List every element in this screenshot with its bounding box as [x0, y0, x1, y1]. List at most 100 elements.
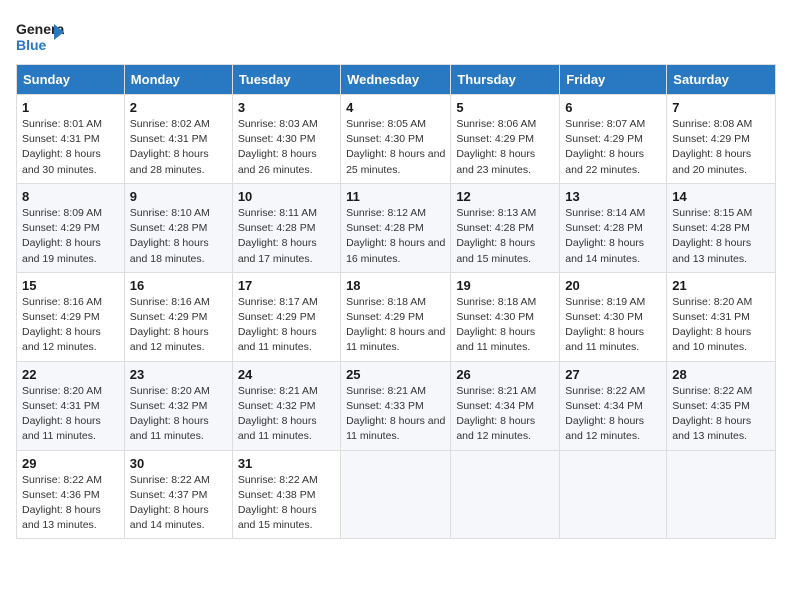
calendar-day-cell	[560, 450, 667, 539]
calendar-day-cell: 8 Sunrise: 8:09 AM Sunset: 4:29 PM Dayli…	[17, 183, 125, 272]
calendar-day-cell: 17 Sunrise: 8:17 AM Sunset: 4:29 PM Dayl…	[232, 272, 340, 361]
day-detail: Sunrise: 8:20 AM Sunset: 4:31 PM Dayligh…	[22, 384, 119, 445]
calendar-day-cell: 23 Sunrise: 8:20 AM Sunset: 4:32 PM Dayl…	[124, 361, 232, 450]
calendar-day-cell: 1 Sunrise: 8:01 AM Sunset: 4:31 PM Dayli…	[17, 95, 125, 184]
day-number: 9	[130, 189, 227, 204]
day-detail: Sunrise: 8:13 AM Sunset: 4:28 PM Dayligh…	[456, 206, 554, 267]
day-number: 15	[22, 278, 119, 293]
calendar-day-cell: 11 Sunrise: 8:12 AM Sunset: 4:28 PM Dayl…	[341, 183, 451, 272]
calendar-day-cell: 9 Sunrise: 8:10 AM Sunset: 4:28 PM Dayli…	[124, 183, 232, 272]
calendar-day-cell: 10 Sunrise: 8:11 AM Sunset: 4:28 PM Dayl…	[232, 183, 340, 272]
day-detail: Sunrise: 8:09 AM Sunset: 4:29 PM Dayligh…	[22, 206, 119, 267]
svg-text:Blue: Blue	[16, 37, 47, 53]
calendar-day-cell: 25 Sunrise: 8:21 AM Sunset: 4:33 PM Dayl…	[341, 361, 451, 450]
day-detail: Sunrise: 8:20 AM Sunset: 4:32 PM Dayligh…	[130, 384, 227, 445]
calendar-day-cell	[341, 450, 451, 539]
day-number: 19	[456, 278, 554, 293]
day-detail: Sunrise: 8:02 AM Sunset: 4:31 PM Dayligh…	[130, 117, 227, 178]
day-number: 13	[565, 189, 661, 204]
day-detail: Sunrise: 8:11 AM Sunset: 4:28 PM Dayligh…	[238, 206, 335, 267]
weekday-header: Wednesday	[341, 65, 451, 95]
day-number: 4	[346, 100, 445, 115]
day-detail: Sunrise: 8:21 AM Sunset: 4:32 PM Dayligh…	[238, 384, 335, 445]
day-number: 8	[22, 189, 119, 204]
calendar-week-row: 8 Sunrise: 8:09 AM Sunset: 4:29 PM Dayli…	[17, 183, 776, 272]
calendar-day-cell: 31 Sunrise: 8:22 AM Sunset: 4:38 PM Dayl…	[232, 450, 340, 539]
day-detail: Sunrise: 8:22 AM Sunset: 4:38 PM Dayligh…	[238, 473, 335, 534]
calendar-day-cell: 13 Sunrise: 8:14 AM Sunset: 4:28 PM Dayl…	[560, 183, 667, 272]
calendar-week-row: 22 Sunrise: 8:20 AM Sunset: 4:31 PM Dayl…	[17, 361, 776, 450]
calendar-day-cell: 22 Sunrise: 8:20 AM Sunset: 4:31 PM Dayl…	[17, 361, 125, 450]
day-number: 25	[346, 367, 445, 382]
day-detail: Sunrise: 8:10 AM Sunset: 4:28 PM Dayligh…	[130, 206, 227, 267]
calendar-day-cell: 7 Sunrise: 8:08 AM Sunset: 4:29 PM Dayli…	[667, 95, 776, 184]
day-detail: Sunrise: 8:22 AM Sunset: 4:36 PM Dayligh…	[22, 473, 119, 534]
day-number: 7	[672, 100, 770, 115]
weekday-header: Friday	[560, 65, 667, 95]
day-number: 11	[346, 189, 445, 204]
calendar-week-row: 29 Sunrise: 8:22 AM Sunset: 4:36 PM Dayl…	[17, 450, 776, 539]
day-detail: Sunrise: 8:22 AM Sunset: 4:35 PM Dayligh…	[672, 384, 770, 445]
calendar-day-cell: 29 Sunrise: 8:22 AM Sunset: 4:36 PM Dayl…	[17, 450, 125, 539]
calendar-table: SundayMondayTuesdayWednesdayThursdayFrid…	[16, 64, 776, 539]
day-number: 22	[22, 367, 119, 382]
day-number: 17	[238, 278, 335, 293]
calendar-day-cell: 4 Sunrise: 8:05 AM Sunset: 4:30 PM Dayli…	[341, 95, 451, 184]
calendar-header-row: SundayMondayTuesdayWednesdayThursdayFrid…	[17, 65, 776, 95]
day-detail: Sunrise: 8:05 AM Sunset: 4:30 PM Dayligh…	[346, 117, 445, 178]
calendar-day-cell: 30 Sunrise: 8:22 AM Sunset: 4:37 PM Dayl…	[124, 450, 232, 539]
calendar-day-cell: 14 Sunrise: 8:15 AM Sunset: 4:28 PM Dayl…	[667, 183, 776, 272]
day-detail: Sunrise: 8:20 AM Sunset: 4:31 PM Dayligh…	[672, 295, 770, 356]
calendar-week-row: 15 Sunrise: 8:16 AM Sunset: 4:29 PM Dayl…	[17, 272, 776, 361]
day-number: 16	[130, 278, 227, 293]
calendar-day-cell: 19 Sunrise: 8:18 AM Sunset: 4:30 PM Dayl…	[451, 272, 560, 361]
day-number: 29	[22, 456, 119, 471]
day-detail: Sunrise: 8:18 AM Sunset: 4:29 PM Dayligh…	[346, 295, 445, 356]
day-number: 27	[565, 367, 661, 382]
day-number: 3	[238, 100, 335, 115]
calendar-week-row: 1 Sunrise: 8:01 AM Sunset: 4:31 PM Dayli…	[17, 95, 776, 184]
calendar-day-cell: 3 Sunrise: 8:03 AM Sunset: 4:30 PM Dayli…	[232, 95, 340, 184]
day-number: 31	[238, 456, 335, 471]
calendar-day-cell: 6 Sunrise: 8:07 AM Sunset: 4:29 PM Dayli…	[560, 95, 667, 184]
day-number: 26	[456, 367, 554, 382]
day-detail: Sunrise: 8:22 AM Sunset: 4:37 PM Dayligh…	[130, 473, 227, 534]
calendar-day-cell	[451, 450, 560, 539]
calendar-day-cell	[667, 450, 776, 539]
day-number: 24	[238, 367, 335, 382]
day-detail: Sunrise: 8:21 AM Sunset: 4:33 PM Dayligh…	[346, 384, 445, 445]
day-detail: Sunrise: 8:17 AM Sunset: 4:29 PM Dayligh…	[238, 295, 335, 356]
day-number: 28	[672, 367, 770, 382]
weekday-header: Monday	[124, 65, 232, 95]
day-detail: Sunrise: 8:12 AM Sunset: 4:28 PM Dayligh…	[346, 206, 445, 267]
day-detail: Sunrise: 8:06 AM Sunset: 4:29 PM Dayligh…	[456, 117, 554, 178]
day-detail: Sunrise: 8:18 AM Sunset: 4:30 PM Dayligh…	[456, 295, 554, 356]
day-number: 30	[130, 456, 227, 471]
calendar-day-cell: 16 Sunrise: 8:16 AM Sunset: 4:29 PM Dayl…	[124, 272, 232, 361]
day-number: 18	[346, 278, 445, 293]
day-number: 12	[456, 189, 554, 204]
logo: General Blue	[16, 16, 64, 54]
calendar-day-cell: 15 Sunrise: 8:16 AM Sunset: 4:29 PM Dayl…	[17, 272, 125, 361]
day-number: 14	[672, 189, 770, 204]
day-number: 23	[130, 367, 227, 382]
day-detail: Sunrise: 8:15 AM Sunset: 4:28 PM Dayligh…	[672, 206, 770, 267]
day-detail: Sunrise: 8:16 AM Sunset: 4:29 PM Dayligh…	[22, 295, 119, 356]
weekday-header: Saturday	[667, 65, 776, 95]
day-detail: Sunrise: 8:03 AM Sunset: 4:30 PM Dayligh…	[238, 117, 335, 178]
calendar-day-cell: 20 Sunrise: 8:19 AM Sunset: 4:30 PM Dayl…	[560, 272, 667, 361]
day-number: 2	[130, 100, 227, 115]
calendar-day-cell: 27 Sunrise: 8:22 AM Sunset: 4:34 PM Dayl…	[560, 361, 667, 450]
weekday-header: Thursday	[451, 65, 560, 95]
calendar-day-cell: 28 Sunrise: 8:22 AM Sunset: 4:35 PM Dayl…	[667, 361, 776, 450]
day-detail: Sunrise: 8:14 AM Sunset: 4:28 PM Dayligh…	[565, 206, 661, 267]
day-number: 10	[238, 189, 335, 204]
calendar-day-cell: 2 Sunrise: 8:02 AM Sunset: 4:31 PM Dayli…	[124, 95, 232, 184]
day-number: 1	[22, 100, 119, 115]
day-number: 6	[565, 100, 661, 115]
day-detail: Sunrise: 8:01 AM Sunset: 4:31 PM Dayligh…	[22, 117, 119, 178]
day-detail: Sunrise: 8:16 AM Sunset: 4:29 PM Dayligh…	[130, 295, 227, 356]
day-detail: Sunrise: 8:07 AM Sunset: 4:29 PM Dayligh…	[565, 117, 661, 178]
calendar-day-cell: 5 Sunrise: 8:06 AM Sunset: 4:29 PM Dayli…	[451, 95, 560, 184]
day-detail: Sunrise: 8:22 AM Sunset: 4:34 PM Dayligh…	[565, 384, 661, 445]
